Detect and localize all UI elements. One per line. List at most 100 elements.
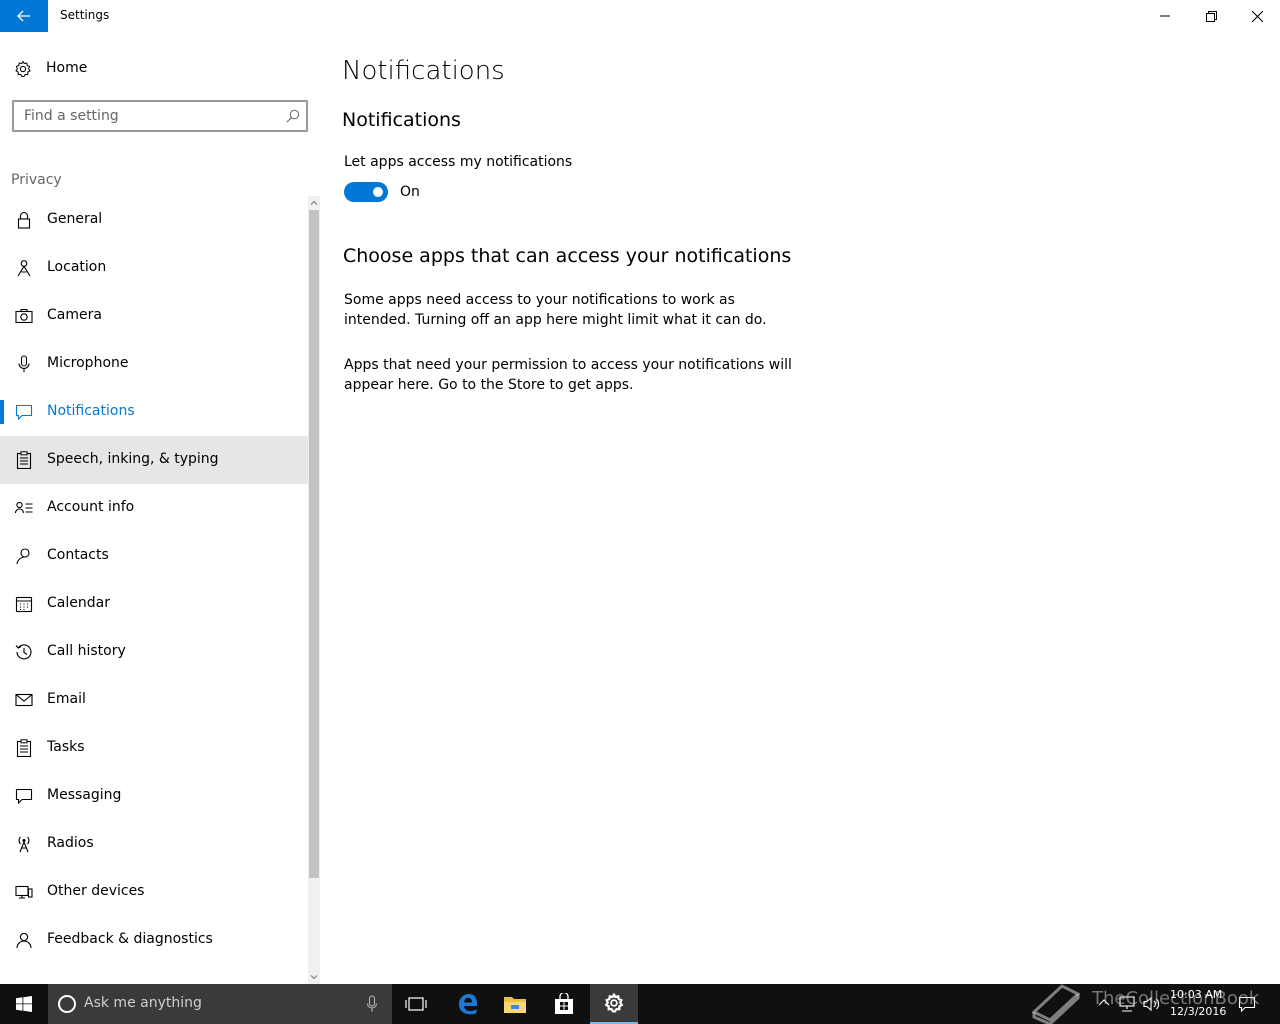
nav-item-microphone[interactable]: Microphone xyxy=(0,340,308,388)
mail-icon xyxy=(15,693,33,707)
settings-taskbar-button[interactable] xyxy=(590,984,638,1024)
devices-icon xyxy=(15,885,33,899)
lock-icon xyxy=(17,211,31,229)
nav-item-label: Notifications xyxy=(47,403,135,419)
task-view-button[interactable] xyxy=(392,984,440,1024)
store-button[interactable] xyxy=(540,984,588,1024)
minimize-button[interactable] xyxy=(1142,0,1188,32)
feedback-icon xyxy=(16,932,32,949)
nav-item-label: Radios xyxy=(47,835,94,851)
clock-date[interactable]: 12/3/2016 xyxy=(1170,1005,1226,1018)
microphone-icon[interactable] xyxy=(366,995,378,1013)
nav-item-label: Email xyxy=(47,691,86,707)
nav-item-label: Camera xyxy=(47,307,102,323)
close-button[interactable] xyxy=(1234,0,1280,32)
nav-item-label: Speech, inking, & typing xyxy=(47,451,219,467)
start-button[interactable] xyxy=(0,984,48,1024)
store-info-text: Apps that need your permission to access… xyxy=(344,357,792,393)
nav-item-label: Contacts xyxy=(47,547,109,563)
microphone-icon xyxy=(18,355,30,372)
camera-icon xyxy=(15,309,33,324)
notifications-access-toggle[interactable] xyxy=(344,182,388,202)
calendar-icon xyxy=(15,596,33,613)
radio-icon xyxy=(18,836,30,853)
clipboard-icon xyxy=(16,451,32,469)
location-icon xyxy=(17,260,31,277)
home-label: Home xyxy=(46,60,88,76)
back-arrow-icon xyxy=(17,10,30,22)
title-bar: Settings xyxy=(0,0,1280,32)
nav-item-location[interactable]: Location xyxy=(0,244,308,292)
nav-item-email[interactable]: Email xyxy=(0,676,308,724)
settings-search[interactable] xyxy=(12,100,308,132)
nav-item-speech[interactable]: Speech, inking, & typing xyxy=(0,436,308,484)
account-info-icon xyxy=(15,501,33,514)
nav-item-label: Messaging xyxy=(47,787,122,803)
nav-item-label: Microphone xyxy=(47,355,129,371)
file-explorer-button[interactable] xyxy=(491,984,539,1024)
cortana-icon xyxy=(58,995,76,1013)
minimize-icon xyxy=(1160,15,1170,17)
nav-item-radios[interactable]: Radios xyxy=(0,820,308,868)
notification-icon xyxy=(15,404,33,421)
choose-apps-heading: Choose apps that can access your notific… xyxy=(343,245,792,267)
message-icon xyxy=(15,788,33,805)
edge-button[interactable] xyxy=(444,984,492,1024)
sidebar: Home Privacy General Location xyxy=(0,32,320,984)
nav-item-account-info[interactable]: Account info xyxy=(0,484,308,532)
taskbar: Ask me anything xyxy=(0,984,1280,1024)
nav-item-label: Feedback & diagnostics xyxy=(47,931,213,947)
selection-indicator xyxy=(0,400,4,424)
nav-item-label: Account info xyxy=(47,499,135,515)
contacts-icon xyxy=(16,548,30,565)
sidebar-scrollbar[interactable] xyxy=(308,196,320,984)
toggle-state-text: On xyxy=(400,184,420,200)
nav-item-calendar[interactable]: Calendar xyxy=(0,580,308,628)
window-title: Settings xyxy=(60,8,110,22)
home-nav-item[interactable]: Home xyxy=(0,50,308,88)
close-icon xyxy=(1251,10,1263,22)
file-explorer-icon xyxy=(504,997,526,1013)
scroll-down-arrow-icon[interactable] xyxy=(309,972,319,982)
section-label: Privacy xyxy=(11,172,62,188)
nav-item-label: Call history xyxy=(47,643,126,659)
section-heading: Notifications xyxy=(342,109,461,131)
nav-item-notifications[interactable]: Notifications xyxy=(0,388,308,436)
scroll-thumb[interactable] xyxy=(309,210,319,878)
search-icon xyxy=(286,109,300,123)
watermark-book-icon xyxy=(1031,984,1081,1024)
tasks-icon xyxy=(16,739,32,757)
nav-item-call-history[interactable]: Call history xyxy=(0,628,308,676)
back-button[interactable] xyxy=(0,0,48,32)
search-input[interactable] xyxy=(14,102,274,130)
windows-logo-icon xyxy=(16,996,32,1012)
nav-item-label: Calendar xyxy=(47,595,110,611)
gear-icon xyxy=(15,60,31,77)
nav-item-camera[interactable]: Camera xyxy=(0,292,308,340)
restore-button[interactable] xyxy=(1188,0,1234,32)
nav-item-contacts[interactable]: Contacts xyxy=(0,532,308,580)
nav-item-label: Other devices xyxy=(47,883,145,899)
edge-icon xyxy=(459,994,478,1015)
restore-icon xyxy=(1205,10,1217,22)
page-title: Notifications xyxy=(342,56,505,86)
history-icon xyxy=(15,644,32,660)
store-icon xyxy=(555,993,573,1014)
nav-item-label: Tasks xyxy=(47,739,85,755)
settings-icon xyxy=(604,993,624,1013)
cortana-search-box[interactable]: Ask me anything xyxy=(48,984,392,1024)
description-text: Some apps need access to your notificati… xyxy=(344,292,767,328)
toggle-knob xyxy=(373,187,383,197)
privacy-nav-list: General Location Camera Microphone Notif… xyxy=(0,196,308,964)
nav-item-other-devices[interactable]: Other devices xyxy=(0,868,308,916)
clock-time[interactable]: 10:03 AM xyxy=(1170,988,1222,1001)
scroll-up-arrow-icon[interactable] xyxy=(309,198,319,208)
nav-item-messaging[interactable]: Messaging xyxy=(0,772,308,820)
nav-item-tasks[interactable]: Tasks xyxy=(0,724,308,772)
nav-item-general[interactable]: General xyxy=(0,196,308,244)
nav-item-feedback[interactable]: Feedback & diagnostics xyxy=(0,916,308,964)
toggle-label: Let apps access my notifications xyxy=(344,154,573,170)
nav-item-label: Location xyxy=(47,259,107,275)
task-view-icon xyxy=(405,997,427,1011)
nav-item-label: General xyxy=(47,211,103,227)
